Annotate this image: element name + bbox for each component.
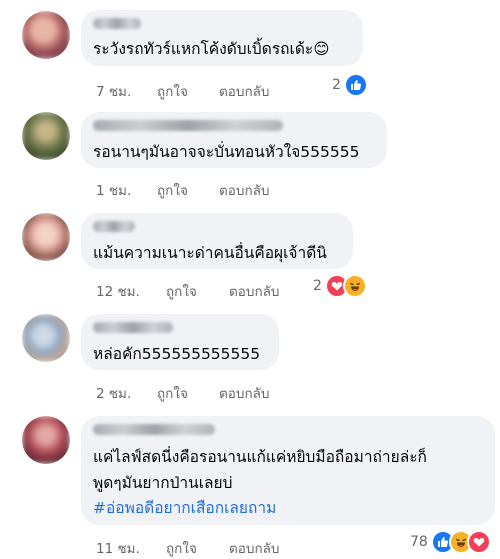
comment-bubble: รอนานๆมันอาจจะบั่นทอนหัวใจ555555 bbox=[81, 112, 387, 168]
like-link[interactable]: ถูกใจ bbox=[166, 280, 197, 302]
comment-time[interactable]: 11 ชม. bbox=[96, 537, 140, 559]
reply-link[interactable]: ตอบกลับ bbox=[219, 382, 269, 404]
comment-text: ระวังรถทัวร์แหกโค้งดับเบิ้ดรถเด้ะ😊 bbox=[93, 40, 330, 58]
commenter-name[interactable] bbox=[93, 18, 141, 29]
commenter-name[interactable] bbox=[93, 120, 283, 131]
reaction-count: 78 bbox=[410, 534, 428, 550]
comment-bubble: หล่อคัก555555555555 bbox=[81, 314, 279, 370]
comment-bubble: ระวังรถทัวร์แหกโค้งดับเบิ้ดรถเด้ะ😊 bbox=[81, 10, 363, 66]
comment-text: รอนานๆมันอาจจะบั่นทอนหัวใจ555555 bbox=[93, 143, 360, 161]
avatar[interactable] bbox=[22, 112, 70, 160]
reaction-count: 2 bbox=[332, 77, 341, 93]
comment-time[interactable]: 12 ชม. bbox=[96, 280, 140, 302]
avatar[interactable] bbox=[22, 11, 70, 59]
reaction-summary[interactable]: 2 bbox=[313, 274, 367, 298]
like-link[interactable]: ถูกใจ bbox=[157, 382, 188, 404]
love-icon bbox=[466, 530, 491, 554]
commenter-name[interactable] bbox=[93, 221, 135, 232]
comment-bubble: แม้นความเนาะด่าคนอื่นคือผุเจ้าดีนิ bbox=[81, 213, 353, 269]
reply-link[interactable]: ตอบกลับ bbox=[219, 80, 269, 102]
comment-time[interactable]: 2 ชม. bbox=[96, 382, 131, 404]
commenter-name[interactable] bbox=[93, 424, 215, 435]
comment-text: แม้นความเนาะด่าคนอื่นคือผุเจ้าดีนิ bbox=[93, 244, 327, 262]
commenter-name[interactable] bbox=[93, 322, 173, 333]
avatar[interactable] bbox=[22, 314, 70, 362]
comment-time[interactable]: 1 ชม. bbox=[96, 179, 131, 201]
comment-text-line: แค่ไลฟ์สดนี่งคือรอนานแก้แค่หยิบมือถือมาถ… bbox=[93, 448, 427, 466]
comment-bubble: แค่ไลฟ์สดนี่งคือรอนานแก้แค่หยิบมือถือมาถ… bbox=[81, 416, 495, 525]
reaction-summary[interactable]: 2 bbox=[332, 73, 368, 97]
like-link[interactable]: ถูกใจ bbox=[157, 179, 188, 201]
like-link[interactable]: ถูกใจ bbox=[166, 537, 197, 559]
haha-icon bbox=[342, 274, 367, 298]
comment-time[interactable]: 7 ชม. bbox=[96, 80, 131, 102]
like-icon bbox=[343, 73, 368, 97]
comment-text-line: พูดๆมันยากป่านเลยบ่ bbox=[93, 474, 233, 492]
reply-link[interactable]: ตอบกลับ bbox=[219, 179, 269, 201]
reply-link[interactable]: ตอบกลับ bbox=[229, 280, 279, 302]
smile-emoji-icon: 😊 bbox=[313, 40, 330, 58]
reaction-count: 2 bbox=[313, 278, 322, 294]
reply-link[interactable]: ตอบกลับ bbox=[229, 537, 279, 559]
reaction-summary[interactable]: 78 bbox=[410, 530, 491, 554]
avatar[interactable] bbox=[22, 416, 70, 464]
comment-text: หล่อคัก555555555555 bbox=[93, 345, 261, 363]
hashtag-link[interactable]: #อ่อพอดีอยากเสือกเลยถาม bbox=[93, 496, 276, 520]
like-link[interactable]: ถูกใจ bbox=[157, 80, 188, 102]
avatar[interactable] bbox=[22, 213, 70, 261]
